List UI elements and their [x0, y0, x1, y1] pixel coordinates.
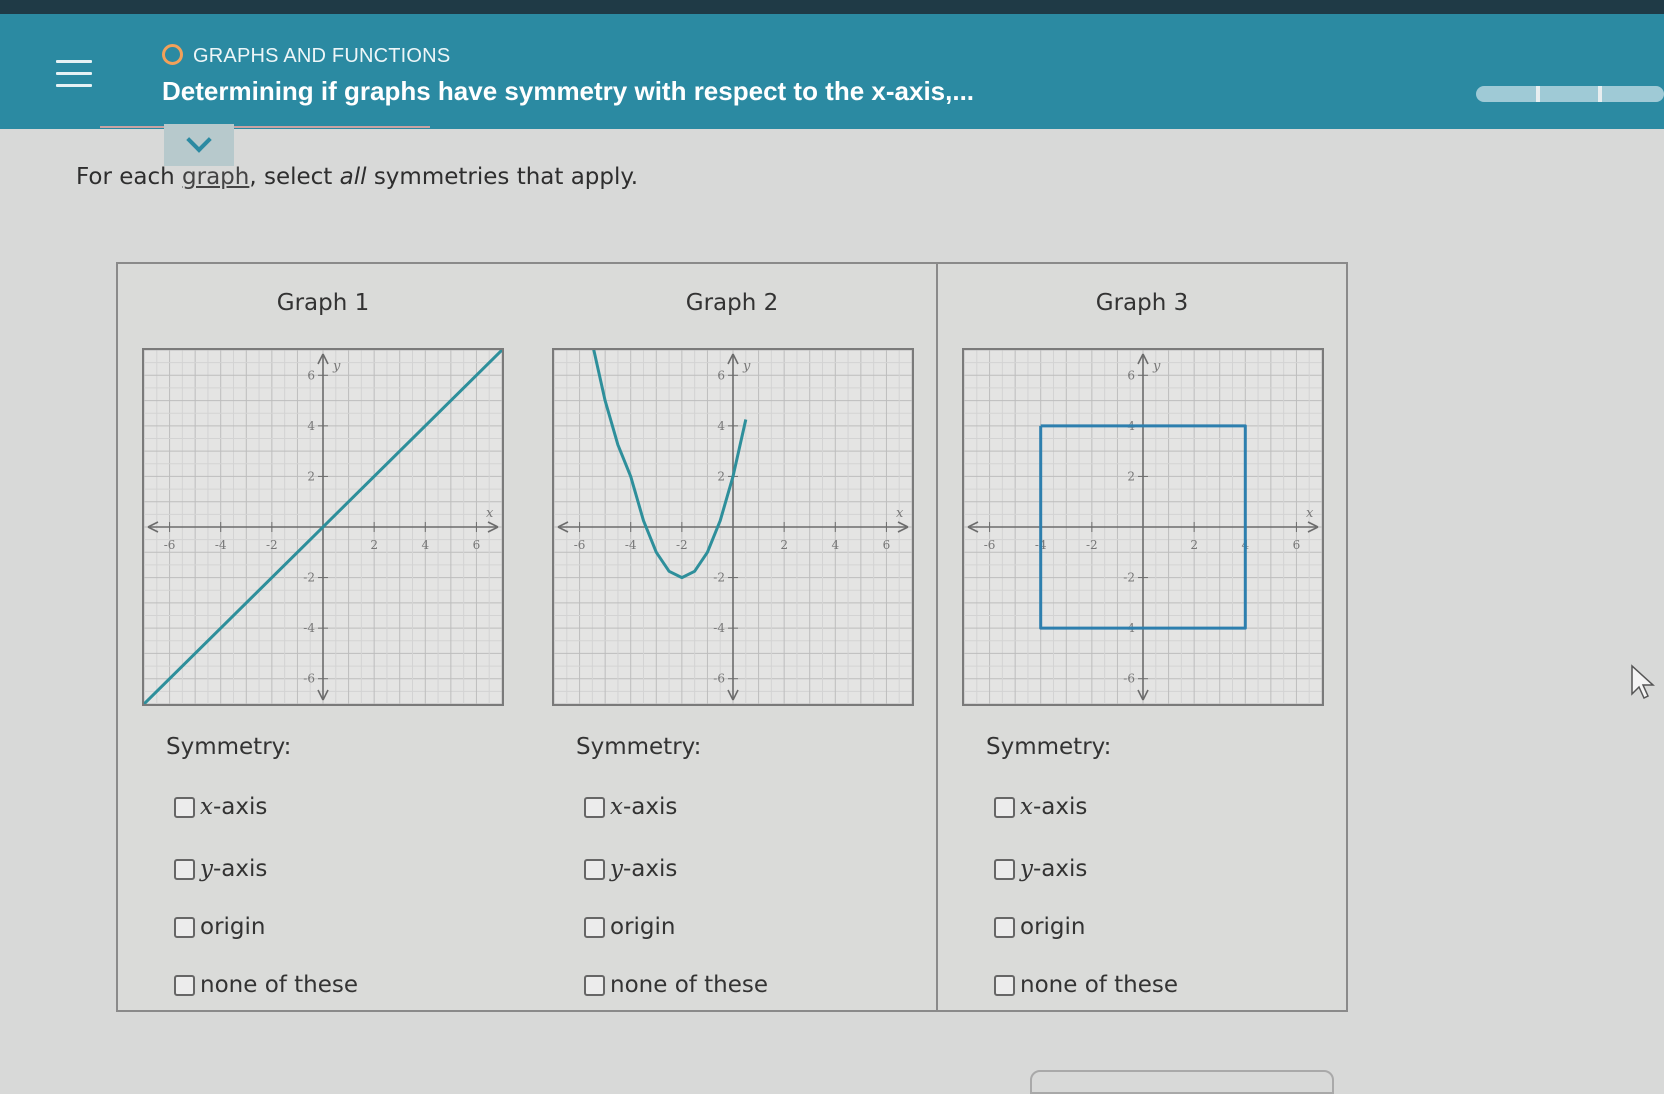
- x-tick-label: 4: [421, 538, 429, 552]
- checkbox[interactable]: [174, 858, 195, 880]
- graph-title: Graph 1: [276, 290, 370, 316]
- option-none[interactable]: none of these: [994, 972, 1178, 998]
- x-tick-label: -6: [984, 538, 996, 552]
- top-bezel: [0, 0, 1664, 14]
- y-tick-label: 6: [1127, 368, 1135, 382]
- topic-category: GRAPHS AND FUNCTIONS: [162, 44, 450, 68]
- checkbox[interactable]: [994, 796, 1015, 818]
- y-tick-label: -6: [713, 672, 725, 686]
- y-axis-label: y: [332, 359, 341, 374]
- graph-title: Graph 3: [1095, 290, 1189, 316]
- x-axis-label: x: [1306, 506, 1314, 521]
- x-tick-label: 6: [1293, 538, 1301, 552]
- y-tick-label: -4: [713, 621, 725, 635]
- option-none[interactable]: none of these: [174, 972, 358, 998]
- status-ring-icon: [162, 44, 183, 65]
- option-y-axis[interactable]: y -axis: [174, 856, 267, 882]
- option-none[interactable]: none of these: [584, 972, 768, 998]
- tab-underline: [100, 126, 430, 128]
- option-origin[interactable]: origin: [174, 914, 266, 940]
- x-tick-label: -6: [574, 538, 586, 552]
- y-tick-label: 4: [307, 419, 315, 433]
- y-tick-label: 2: [1127, 469, 1135, 483]
- x-tick-label: 2: [1190, 538, 1198, 552]
- checkbox[interactable]: [584, 916, 605, 938]
- graph-panel-1: Graph 1 -6 -4 -2 2 4 6 6 4 2 -2 -4 -6 x y Symmetry: x…: [116, 262, 530, 1012]
- graph-link[interactable]: graph: [182, 164, 249, 190]
- page-title: Determining if graphs have symmetry with…: [162, 76, 975, 106]
- x-axis-label: x: [486, 506, 494, 521]
- x-tick-label: -4: [625, 538, 637, 552]
- progress-tick: [1598, 86, 1602, 102]
- option-origin[interactable]: origin: [584, 914, 676, 940]
- checkbox[interactable]: [584, 858, 605, 880]
- option-x-axis[interactable]: x -axis: [584, 794, 677, 820]
- y-tick-label: 2: [307, 469, 315, 483]
- x-axis-label: x: [896, 506, 904, 521]
- option-y-axis[interactable]: y -axis: [584, 856, 677, 882]
- option-x-axis[interactable]: x -axis: [174, 794, 267, 820]
- x-tick-label: -4: [215, 538, 227, 552]
- graph-panel-2: Graph 2 -6 -4 -2 2 4 6 6 4 2 -2 -4 -6 x y Symmetry: x…: [528, 262, 938, 1012]
- graph-2-svg: -6 -4 -2 2 4 6 6 4 2 -2 -4 -6 x y: [554, 350, 912, 704]
- mouse-cursor-icon: [1631, 664, 1655, 700]
- y-tick-label: -2: [1123, 571, 1135, 585]
- graph-1-svg: -6 -4 -2 2 4 6 6 4 2 -2 -4 -6 x y: [144, 350, 502, 704]
- y-tick-label: 2: [717, 469, 725, 483]
- checkbox[interactable]: [174, 916, 195, 938]
- y-tick-label: 4: [717, 419, 725, 433]
- progress-bar: [1476, 86, 1664, 102]
- symmetry-label: Symmetry:: [576, 734, 702, 760]
- checkbox[interactable]: [994, 974, 1015, 996]
- symmetry-label: Symmetry:: [166, 734, 292, 760]
- graph-plot-1: -6 -4 -2 2 4 6 6 4 2 -2 -4 -6 x y: [142, 348, 504, 706]
- x-tick-label: -6: [164, 538, 176, 552]
- checkbox[interactable]: [994, 858, 1015, 880]
- x-tick-label: 4: [831, 538, 839, 552]
- checkbox[interactable]: [174, 796, 195, 818]
- x-tick-label: 2: [780, 538, 788, 552]
- x-tick-label: 6: [473, 538, 481, 552]
- symmetry-label: Symmetry:: [986, 734, 1112, 760]
- x-tick-label: 6: [883, 538, 891, 552]
- x-tick-label: -2: [266, 538, 278, 552]
- y-axis-label: y: [742, 359, 751, 374]
- y-tick-label: 6: [717, 368, 725, 382]
- y-tick-label: -4: [303, 621, 315, 635]
- y-tick-label: -6: [303, 672, 315, 686]
- progress-tick: [1536, 86, 1540, 102]
- graph-plot-2: -6 -4 -2 2 4 6 6 4 2 -2 -4 -6 x y: [552, 348, 914, 706]
- header-bar: GRAPHS AND FUNCTIONS Determining if grap…: [0, 14, 1664, 129]
- checkbox[interactable]: [174, 974, 195, 996]
- menu-icon[interactable]: [56, 60, 92, 92]
- x-tick-label: -2: [1086, 538, 1098, 552]
- graph-title: Graph 2: [685, 290, 779, 316]
- option-x-axis[interactable]: x -axis: [994, 794, 1087, 820]
- checkbox[interactable]: [584, 796, 605, 818]
- option-origin[interactable]: origin: [994, 914, 1086, 940]
- y-tick-label: -2: [713, 571, 725, 585]
- graph-3-svg: -6 -4 -2 2 4 6642-2-4-6xy: [964, 350, 1322, 704]
- checkbox[interactable]: [584, 974, 605, 996]
- chevron-down-icon: [186, 127, 212, 153]
- graph-plot-3: -6 -4 -2 2 4 6 6 4 2 -2 -4 -6 x y: [962, 348, 1324, 706]
- collapse-toggle-button[interactable]: [164, 124, 234, 166]
- check-button-partial[interactable]: [1030, 1070, 1334, 1094]
- y-tick-label: -2: [303, 571, 315, 585]
- y-tick-label: 6: [307, 368, 315, 382]
- x-tick-label: -2: [676, 538, 688, 552]
- x-tick-label: 2: [370, 538, 378, 552]
- checkbox[interactable]: [994, 916, 1015, 938]
- y-tick-label: -6: [1123, 672, 1135, 686]
- graph-panel-3: Graph 3 -6 -4 -2 2 4 6 6 4 2 -2 -4 -6 x y Symmetry: x…: [936, 262, 1348, 1012]
- option-y-axis[interactable]: y -axis: [994, 856, 1087, 882]
- instruction-text: For each graph, select all symmetries th…: [76, 164, 639, 190]
- y-axis-label: y: [1152, 359, 1161, 374]
